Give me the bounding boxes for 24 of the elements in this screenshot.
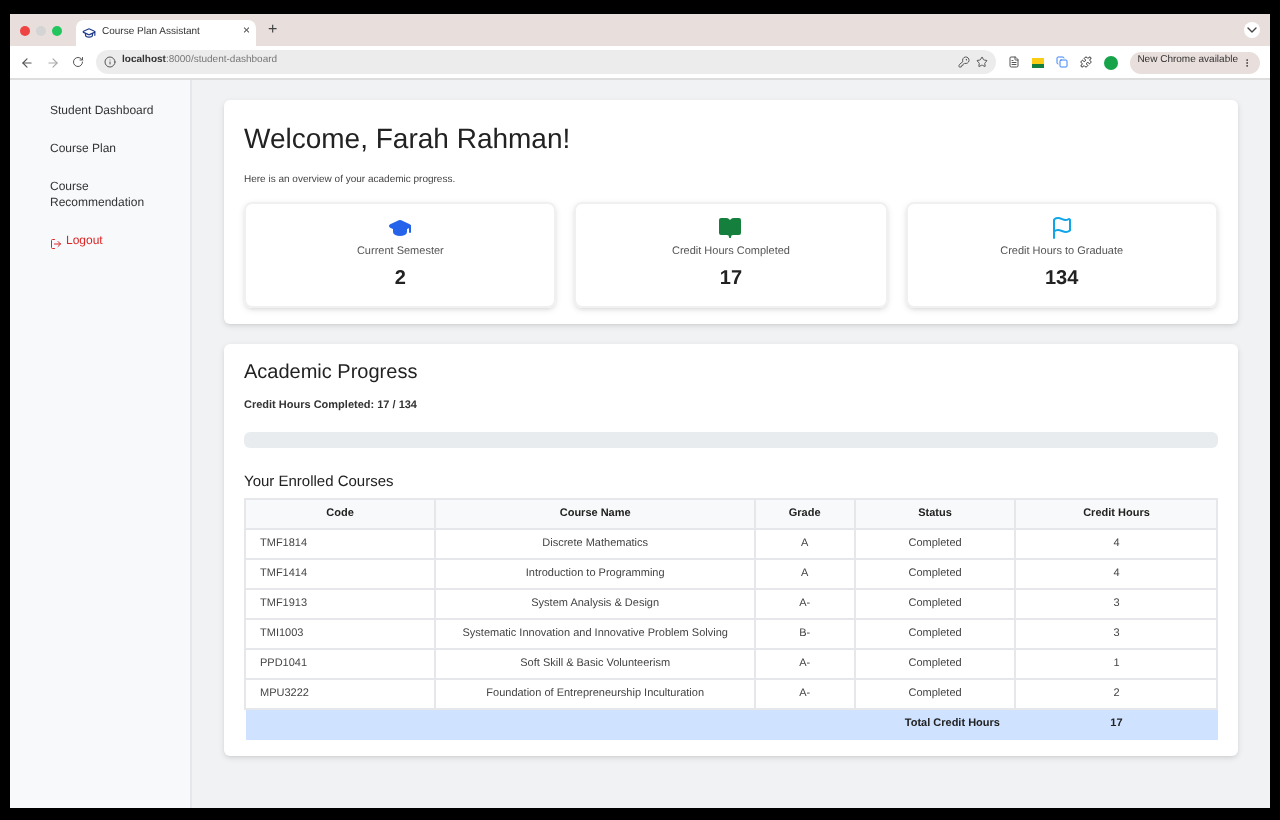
stat-value: 134 — [1044, 265, 1079, 294]
forward-icon[interactable] — [46, 55, 60, 69]
copy-icon[interactable] — [1055, 56, 1068, 68]
info-icon[interactable] — [104, 56, 116, 68]
tab-list-icon[interactable] — [1244, 22, 1260, 38]
stat-value: 17 — [719, 265, 743, 294]
stat-value: 2 — [394, 265, 406, 294]
graduation-cap-icon — [388, 215, 413, 239]
reload-icon[interactable] — [72, 56, 84, 68]
flag-icon — [1049, 215, 1074, 239]
password-key-icon[interactable] — [957, 56, 970, 68]
new-tab-button[interactable]: + — [268, 18, 278, 42]
profile-avatar-icon[interactable] — [1103, 55, 1118, 69]
book-icon — [718, 215, 743, 239]
extension-icon[interactable] — [1031, 57, 1044, 67]
back-icon[interactable] — [20, 55, 34, 69]
welcome-heading: Welcome, Farah Rahman! — [244, 120, 573, 158]
puzzle-icon[interactable] — [1079, 56, 1092, 68]
document-icon[interactable] — [1007, 56, 1020, 68]
tab-favicon-icon — [82, 26, 96, 40]
logout-icon — [50, 237, 62, 249]
close-window-icon[interactable] — [20, 25, 30, 35]
progress-heading: Academic Progress — [244, 359, 420, 388]
bookmark-star-icon[interactable] — [975, 56, 988, 68]
